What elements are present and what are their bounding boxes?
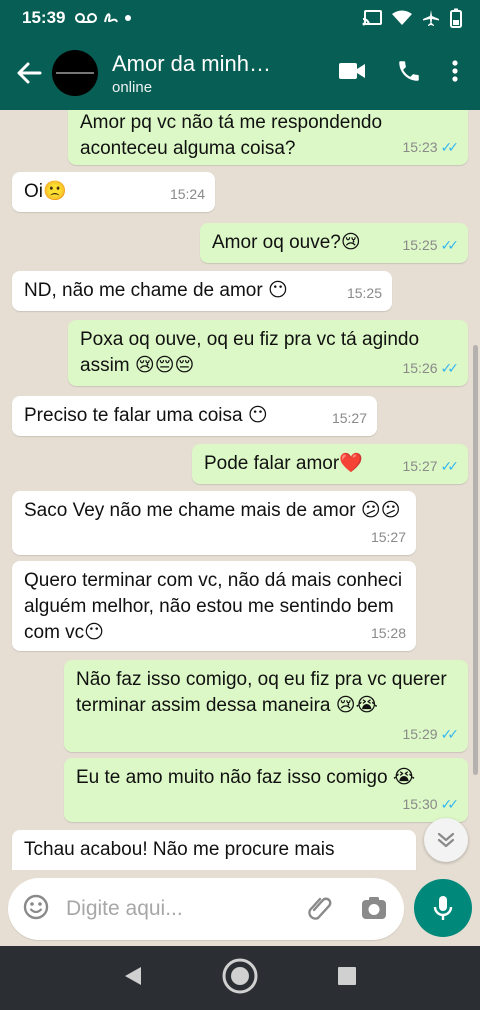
square-recent-icon (338, 966, 356, 985)
message-text: Não faz isso comigo, oq eu fiz pra vc qu… (76, 669, 447, 716)
paperclip-icon (308, 897, 332, 920)
more-vert-icon (452, 59, 458, 82)
message-time: 15:28 (370, 625, 406, 641)
scribble-icon (104, 13, 119, 23)
triangle-back-icon (125, 966, 141, 985)
dot-icon (125, 15, 132, 21)
wifi-icon (392, 10, 412, 25)
contact-name: Amor da minh… (112, 50, 271, 76)
message-incoming[interactable]: Tchau acabou! Não me procure mais (12, 830, 416, 870)
message-time: 15:26 (402, 360, 438, 376)
message-incoming[interactable]: Quero terminar com vc, não dá mais conhe… (12, 561, 416, 651)
chat-header: Amor da minh… online (0, 36, 480, 110)
message-time: 15:25 (402, 237, 438, 253)
status-time: 15:39 (22, 8, 66, 27)
double-check-icon: ✓✓ (440, 139, 460, 155)
cast-icon (362, 10, 382, 26)
camera-button[interactable] (360, 895, 388, 926)
airplane-icon (423, 10, 439, 26)
message-incoming[interactable]: Oi🙁 15:24 (12, 172, 215, 212)
voice-record-button[interactable] (414, 879, 472, 937)
back-button[interactable] (0, 61, 52, 85)
double-check-icon: ✓✓ (440, 726, 460, 742)
message-outgoing[interactable]: Poxa oq ouve, oq eu fiz pra vc tá agindo… (68, 320, 468, 386)
scroll-to-bottom-button[interactable] (424, 818, 468, 862)
message-time: 15:27 (370, 529, 406, 545)
nav-home-button[interactable] (221, 957, 259, 1000)
voice-call-button[interactable] (396, 58, 422, 89)
voicemail-icon (75, 13, 98, 23)
message-time: 15:27 (331, 410, 367, 426)
message-text: Saco Vey não me chame mais de amor 😕😕 (24, 500, 401, 521)
message-text: Quero terminar com vc, não dá mais conhe… (24, 570, 403, 643)
message-incoming[interactable]: Preciso te falar uma coisa 😶 15:27 (12, 396, 377, 436)
message-time: 15:27 (402, 458, 438, 474)
contact-status: online (112, 78, 153, 96)
double-check-icon: ✓✓ (440, 237, 460, 253)
battery-icon (450, 8, 462, 28)
message-outgoing[interactable]: Amor oq ouve?😢 15:25 ✓✓ (200, 223, 468, 263)
message-text: ND, não me chame de amor 😶 (24, 280, 288, 301)
message-time: 15:24 (169, 186, 205, 202)
composer (8, 878, 404, 940)
video-call-button[interactable] (338, 61, 366, 86)
emoji-icon (23, 894, 49, 919)
contact-info[interactable]: Amor da minh… online (112, 51, 338, 96)
message-input[interactable] (66, 897, 286, 921)
message-outgoing[interactable]: Não faz isso comigo, oq eu fiz pra vc qu… (64, 660, 468, 752)
nav-back-button[interactable] (123, 965, 143, 992)
video-call-icon (339, 62, 365, 79)
double-check-icon: ✓✓ (440, 360, 460, 376)
attach-button[interactable] (306, 894, 334, 929)
composer-bar (0, 870, 480, 946)
nav-recent-button[interactable] (337, 966, 357, 991)
message-incoming[interactable]: ND, não me chame de amor 😶 15:25 (12, 271, 392, 311)
camera-icon (362, 897, 386, 919)
message-text: Eu te amo muito não faz isso comigo 😭 (76, 767, 416, 788)
message-outgoing[interactable]: Eu te amo muito não faz isso comigo 😭 15… (64, 758, 468, 822)
chevron-double-down-icon (437, 832, 455, 848)
message-outgoing[interactable]: Amor pq vc não tá me respondendo acontec… (68, 110, 468, 165)
mic-icon (433, 896, 453, 920)
message-incoming[interactable]: Saco Vey não me chame mais de amor 😕😕 15… (12, 491, 416, 555)
arrow-left-icon (17, 62, 42, 84)
avatar[interactable] (52, 50, 98, 96)
more-options-button[interactable] (452, 59, 458, 88)
message-time: 15:29 (402, 726, 438, 742)
message-text: Tchau acabou! Não me procure mais (24, 839, 335, 860)
message-text: Preciso te falar uma coisa 😶 (24, 405, 268, 426)
chat-area[interactable]: Amor pq vc não tá me respondendo acontec… (0, 110, 480, 870)
message-outgoing[interactable]: Pode falar amor❤️ 15:27 ✓✓ (192, 444, 468, 484)
message-time: 15:23 (402, 139, 438, 155)
phone-icon (399, 60, 419, 81)
message-time: 15:25 (346, 285, 382, 301)
emoji-button[interactable] (22, 893, 50, 926)
home-circle-icon (222, 958, 258, 993)
chat-scrollbar[interactable] (473, 345, 478, 775)
status-bar: 15:39 (0, 0, 480, 36)
system-nav-bar (0, 946, 480, 1010)
message-time: 15:30 (402, 796, 438, 812)
double-check-icon: ✓✓ (440, 458, 460, 474)
double-check-icon: ✓✓ (440, 796, 460, 812)
